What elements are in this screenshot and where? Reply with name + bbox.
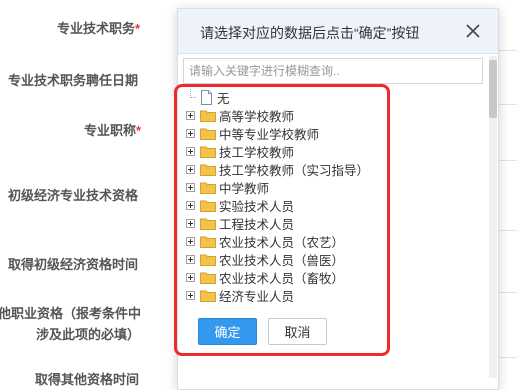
tree-item-label: 无 — [217, 91, 230, 106]
document-icon — [201, 89, 212, 105]
close-button[interactable] — [461, 19, 485, 43]
form-label-junior-economic-qualification: 初级经济专业技术资格 — [8, 185, 138, 204]
tree-item-label: 农业技术人员（兽医） — [219, 253, 345, 268]
cancel-button[interactable]: 取消 — [268, 318, 327, 345]
label-text: 初级经济专业技术资格 — [8, 188, 139, 203]
expand-toggle[interactable] — [186, 128, 195, 138]
folder-icon — [200, 128, 216, 140]
form-label-appointment-date: 专业技术职务聘任日期 — [8, 70, 138, 89]
form-label-junior-economic-date: 取得初级经济资格时间 — [8, 254, 138, 273]
tree-item-folder[interactable]: 农业技术人员（畜牧） — [186, 268, 344, 286]
tree-item-folder[interactable]: 中等专业学校教师 — [186, 124, 319, 142]
tree-item-folder[interactable]: 技工学校教师 — [186, 142, 294, 160]
tree-item-folder[interactable]: 高等学校教师 — [186, 106, 294, 124]
search-input[interactable] — [183, 58, 483, 84]
folder-icon — [200, 200, 216, 212]
tree-item-folder[interactable]: 农业技术人员（兽医） — [186, 250, 344, 268]
confirm-button[interactable]: 确定 — [198, 318, 257, 345]
tree-item-label: 中学教师 — [219, 181, 270, 196]
tree-item-folder[interactable]: 农业技术人员（农艺） — [186, 232, 344, 250]
tree-item-folder[interactable]: 技工学校教师（实习指导） — [186, 160, 369, 178]
close-icon — [466, 24, 480, 38]
form-label-other-qualification-line1: 他职业资格（报考条件中 — [0, 303, 141, 322]
expand-toggle[interactable] — [186, 182, 195, 192]
folder-icon — [200, 290, 216, 302]
folder-icon — [200, 146, 216, 158]
form-label-professional-title: 专业技术职务* — [57, 18, 140, 37]
folder-icon — [200, 272, 216, 284]
expand-toggle[interactable] — [186, 272, 195, 282]
tree-item-folder[interactable]: 中学教师 — [186, 178, 269, 196]
dialog-title: 请选择对应的数据后点击“确定”按钮 — [200, 25, 420, 41]
tree-item-label: 农业技术人员（农艺） — [219, 235, 345, 250]
dialog-header: 请选择对应的数据后点击“确定”按钮 — [178, 9, 498, 54]
required-mark: * — [136, 123, 142, 138]
label-text: 专业技术职务聘任日期 — [8, 73, 139, 88]
expand-toggle[interactable] — [186, 254, 195, 264]
tree-item-label: 经济专业人员 — [219, 289, 295, 304]
label-text: 专业职称 — [84, 123, 137, 138]
folder-icon — [200, 182, 216, 194]
tree-item-folder[interactable]: 经济专业人员 — [186, 286, 294, 304]
expand-toggle[interactable] — [186, 236, 195, 246]
tree-item-label: 高等学校教师 — [219, 109, 295, 124]
scrollbar-thumb[interactable] — [489, 60, 497, 118]
folder-icon — [200, 218, 216, 230]
folder-icon — [200, 236, 216, 248]
expand-toggle[interactable] — [186, 164, 195, 174]
tree-item-label: 中等专业学校教师 — [219, 127, 320, 142]
expand-toggle[interactable] — [186, 200, 195, 210]
expand-toggle[interactable] — [186, 146, 195, 156]
tree-item-label: 农业技术人员（畜牧） — [219, 271, 345, 286]
form-label-other-qualification-date: 取得其他资格时间 — [35, 369, 139, 388]
tree-item-none[interactable]: 无 — [186, 88, 230, 106]
tree-item-label: 实验技术人员 — [219, 199, 295, 214]
form-label-other-qualification-line2: 涉及此项的必填） — [36, 324, 140, 343]
label-text: 专业技术职务 — [57, 21, 136, 36]
label-text: 他职业资格（报考条件中 — [0, 306, 142, 321]
tree-connector — [186, 88, 196, 102]
tree-item-folder[interactable]: 实验技术人员 — [186, 196, 294, 214]
label-text: 取得初级经济资格时间 — [8, 257, 139, 272]
tree-item-folder[interactable]: 工程技术人员 — [186, 214, 294, 232]
expand-toggle[interactable] — [186, 218, 195, 228]
expand-toggle[interactable] — [186, 110, 195, 120]
label-text: 涉及此项的必填） — [36, 327, 141, 342]
tree-item-label: 工程技术人员 — [219, 217, 295, 232]
required-mark: * — [135, 21, 141, 36]
folder-icon — [200, 110, 216, 122]
folder-icon — [200, 164, 216, 176]
tree-item-label: 技工学校教师 — [219, 145, 295, 160]
form-label-professional-rank: 专业职称* — [84, 120, 141, 139]
label-text: 取得其他资格时间 — [35, 372, 140, 387]
expand-toggle[interactable] — [186, 290, 195, 300]
tree-item-label: 技工学校教师（实习指导） — [219, 163, 370, 178]
folder-icon — [200, 254, 216, 266]
